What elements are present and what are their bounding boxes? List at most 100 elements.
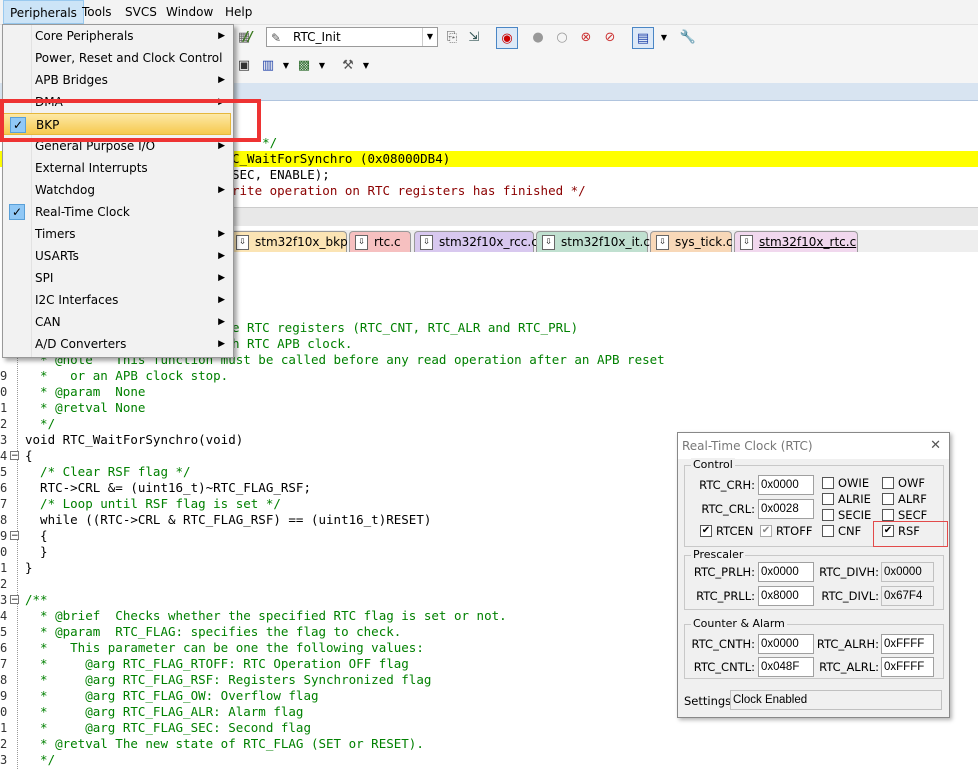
chip-icon[interactable]: ▩ — [294, 55, 314, 75]
kill-all-icon[interactable]: ⊘ — [600, 27, 620, 47]
debug-icon[interactable]: ◉ — [496, 27, 518, 49]
target-icon: ✎ — [271, 31, 282, 45]
code-line: while ((RTC->CRL & RTC_FLAG_RSF) == (uin… — [25, 512, 432, 527]
find-icon[interactable]: ⎘ — [442, 27, 462, 47]
checkbox-owie[interactable] — [822, 477, 834, 489]
code-line: h RTC APB clock. — [232, 336, 353, 351]
menu-item-i2c-interfaces[interactable]: I2C Interfaces ▶ — [3, 289, 231, 311]
tab-stm32f10x-rtc[interactable]: ⇩ stm32f10x_rtc.c — [734, 231, 858, 252]
checkbox-secie[interactable] — [822, 509, 834, 521]
checkbox-alrie[interactable] — [822, 493, 834, 505]
chevron-right-icon: ▶ — [218, 185, 225, 195]
file-icon: ⇩ — [355, 235, 368, 250]
breakpoint-icon[interactable]: ● — [528, 27, 548, 47]
menu-item-a-d-converters[interactable]: A/D Converters ▶ — [3, 333, 231, 355]
menu-window[interactable]: Window — [160, 0, 219, 24]
menu-item-timers[interactable]: Timers ▶ — [3, 223, 231, 245]
menu-item-core-peripherals[interactable]: Core Peripherals ▶ — [3, 25, 231, 47]
rtc-divl-field — [881, 586, 934, 606]
cpu-icon[interactable]: ▣ — [234, 55, 254, 75]
menu-peripherals[interactable]: Peripherals — [3, 0, 84, 24]
rtc-prlh-field[interactable] — [758, 562, 814, 582]
menu-item-can[interactable]: CAN ▶ — [3, 311, 231, 333]
line-number: 2 — [0, 577, 8, 591]
rtc-crh-field[interactable] — [758, 475, 814, 495]
editor-tab-bar: ⇩ stm32f10x_bkp.c ⇩ rtc.c ⇩ stm32f10x_rcc.c… — [230, 230, 978, 252]
rtc-alrl-field[interactable] — [881, 657, 934, 677]
rtc-cnth-field[interactable] — [758, 634, 814, 654]
menu-item-real-time-clock[interactable]: ✓ Real-Time Clock — [3, 201, 231, 223]
fold-toggle-icon[interactable]: − — [10, 595, 19, 605]
prescaler-group-title: Prescaler — [691, 548, 746, 561]
menu-bar: Peripherals Tools SVCS Window Help — [0, 0, 978, 25]
tab-stm32f10x-bkp[interactable]: ⇩ stm32f10x_bkp.c — [230, 231, 358, 252]
chevron-right-icon: ▶ — [218, 317, 225, 327]
menu-svcs[interactable]: SVCS — [119, 0, 163, 24]
rtc-alrl-label: RTC_ALRL: — [819, 660, 879, 674]
close-icon[interactable]: ✕ — [930, 433, 941, 459]
tab-stm32f10x-it[interactable]: ⇩ stm32f10x_it.c — [536, 231, 650, 252]
tab-stm32f10x-rcc[interactable]: ⇩ stm32f10x_rcc.c — [414, 231, 538, 252]
menu-item-spi[interactable]: SPI ▶ — [3, 267, 231, 289]
window-icon[interactable]: ▤ — [632, 27, 654, 49]
chevron-down-icon[interactable]: ▼ — [276, 55, 296, 75]
target-combo-value: RTC_Init — [293, 30, 341, 44]
rtc-cntl-field[interactable] — [758, 657, 814, 677]
disasm-line: SEC, ENABLE); — [232, 167, 330, 182]
rtc-prll-label: RTC_PRLL: — [696, 589, 755, 603]
rtc-divh-field — [881, 562, 934, 582]
checkbox-cnf[interactable] — [822, 525, 834, 537]
code-line: void RTC_WaitForSynchro(void) — [25, 432, 244, 447]
chevron-down-icon[interactable]: ▼ — [356, 55, 376, 75]
chevron-down-icon[interactable]: ▼ — [654, 27, 674, 47]
target-combo[interactable]: ✎ RTC_Init ▼ — [266, 27, 438, 47]
line-number: 2 — [0, 737, 8, 751]
tab-rtc[interactable]: ⇩ rtc.c — [349, 231, 411, 252]
rsf-highlight-annotation — [873, 521, 948, 547]
checkbox-label-secf: SECF — [898, 508, 928, 522]
menu-item-label: I2C Interfaces — [35, 293, 119, 307]
prescaler-group: Prescaler RTC_PRLH: RTC_PRLL: RTC_DIVH: … — [684, 548, 944, 610]
breakpoint-disable-icon[interactable]: ○ — [552, 27, 572, 47]
wrench-icon[interactable]: 🔧 — [678, 27, 698, 47]
code-line: } — [25, 544, 48, 559]
menu-item-label: APB Bridges — [35, 73, 108, 87]
line-number: 4 — [0, 609, 8, 623]
incremental-find-icon[interactable]: ⇲ — [464, 27, 484, 47]
disable-all-icon[interactable]: ⊗ — [576, 27, 596, 47]
menu-item-external-interrupts[interactable]: External Interrupts — [3, 157, 231, 179]
menu-tools[interactable]: Tools — [76, 0, 118, 24]
menu-help[interactable]: Help — [219, 0, 258, 24]
menu-item-usarts[interactable]: USARTs ▶ — [3, 245, 231, 267]
checkbox-rtcen[interactable]: ✔ — [700, 525, 712, 537]
code-line: } — [25, 560, 33, 575]
menu-item-watchdog[interactable]: Watchdog ▶ — [3, 179, 231, 201]
checkbox-owf[interactable] — [882, 477, 894, 489]
rtc-alrh-field[interactable] — [881, 634, 934, 654]
memory-icon[interactable]: ▥ — [258, 55, 278, 75]
checkbox-alrf[interactable] — [882, 493, 894, 505]
horizontal-scrollbar[interactable] — [230, 207, 978, 226]
fold-toggle-icon[interactable]: − — [10, 531, 19, 541]
line-number: 0 — [0, 545, 8, 559]
checkbox-label-alrie: ALRIE — [838, 492, 871, 506]
menu-item-power-reset-and-clock-control[interactable]: Power, Reset and Clock Control — [3, 47, 231, 69]
menu-item-apb-bridges[interactable]: APB Bridges ▶ — [3, 69, 231, 91]
checkbox-label-rtcen: RTCEN — [716, 524, 754, 538]
comment-icon[interactable]: // — [238, 27, 258, 47]
rtc-crl-field[interactable] — [758, 499, 814, 519]
rtc-prll-field[interactable] — [758, 586, 814, 606]
code-line: * @arg RTC_FLAG_ALR: Alarm flag — [25, 704, 304, 719]
checkbox-secf[interactable] — [882, 509, 894, 521]
tab-sys-tick[interactable]: ⇩ sys_tick.c — [650, 231, 733, 252]
control-group-title: Control — [691, 458, 735, 471]
code-line: * This parameter can be one the followin… — [25, 640, 424, 655]
chevron-down-icon[interactable]: ▼ — [422, 28, 437, 46]
fold-toggle-icon[interactable]: − — [10, 451, 19, 461]
code-line: * @param RTC_FLAG: specifies the flag to… — [25, 624, 402, 639]
chevron-down-icon[interactable]: ▼ — [312, 55, 332, 75]
code-line: RTC->CRL &= (uint16_t)~RTC_FLAG_RSF; — [25, 480, 311, 495]
file-icon: ⇩ — [656, 235, 669, 250]
line-number: 6 — [0, 481, 8, 495]
tools-icon[interactable]: ⚒ — [338, 55, 358, 75]
